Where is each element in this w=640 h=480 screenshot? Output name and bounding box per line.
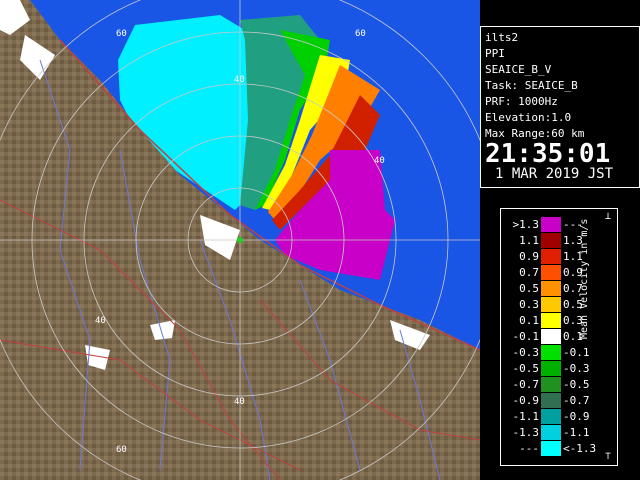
legend-row: -0.9 -0.7	[501, 393, 619, 408]
legend-row: -1.1 -0.9	[501, 409, 619, 424]
legend-upper-value: -0.7	[563, 394, 590, 407]
legend-swatch	[541, 345, 561, 360]
legend-upper-value: -0.3	[563, 362, 590, 375]
legend-arrow-down-icon: ⊤	[605, 451, 612, 462]
info-panel: ilts2 PPI SEAICE_B_V Task: SEAICE_B PRF:…	[480, 26, 640, 188]
legend-swatch	[541, 441, 561, 456]
legend-row: --- <-1.3	[501, 441, 619, 456]
range-label: 40	[234, 75, 245, 85]
legend-row: -0.5 -0.3	[501, 361, 619, 376]
site-name: ilts2	[485, 31, 519, 44]
legend-swatch	[541, 425, 561, 440]
legend-swatch	[541, 313, 561, 328]
legend-row: 0.1 0.3	[501, 313, 619, 328]
task-name: Task: SEAICE_B	[485, 79, 578, 92]
legend-swatch	[541, 217, 561, 232]
legend-lower-value: 0.5	[519, 282, 539, 295]
legend-row: -0.1 0.1	[501, 329, 619, 344]
velocity-legend: ⊥ >1.3 --- 1.1 1.3 0.9 1.1 0.7 0.9 0.5 0.7 0.3 0.5 0…	[500, 208, 618, 466]
legend-swatch	[541, 409, 561, 424]
legend-lower-value: -0.3	[512, 346, 540, 359]
range-label: 60	[116, 445, 127, 455]
legend-swatch	[541, 393, 561, 408]
legend-swatch	[541, 377, 561, 392]
legend-row: 1.1 1.3	[501, 233, 619, 248]
legend-swatch	[541, 361, 561, 376]
legend-upper-value: -0.5	[563, 378, 590, 391]
legend-lower-value: 0.1	[519, 314, 539, 327]
legend-swatch	[541, 233, 561, 248]
legend-row: 0.9 1.1	[501, 249, 619, 264]
legend-lower-value: -0.1	[512, 330, 540, 343]
legend-lower-value: >1.3	[512, 218, 540, 231]
legend-row: >1.3 ---	[501, 217, 619, 232]
range-label: 60	[355, 29, 366, 39]
legend-swatch	[541, 281, 561, 296]
legend-lower-value: -1.3	[512, 426, 540, 439]
legend-lower-value: 1.1	[519, 234, 539, 247]
legend-lower-value: -0.5	[512, 362, 540, 375]
legend-lower-value: -0.9	[512, 394, 540, 407]
legend-swatch	[541, 329, 561, 344]
legend-lower-value: 0.9	[519, 250, 539, 263]
prf-value: PRF: 1000Hz	[485, 95, 558, 108]
legend-lower-value: 0.3	[519, 298, 539, 311]
legend-row: -1.3 -1.1	[501, 425, 619, 440]
legend-lower-value: 0.7	[519, 266, 539, 279]
legend-swatch	[541, 297, 561, 312]
legend-lower-value: -1.1	[512, 410, 540, 423]
radar-map[interactable]: 40 40 40 40 60 60 60	[0, 0, 480, 480]
legend-swatch	[541, 265, 561, 280]
legend-row: 0.5 0.7	[501, 281, 619, 296]
legend-swatch	[541, 249, 561, 264]
product-type: PPI	[485, 47, 505, 60]
legend-upper-value: -1.1	[563, 426, 590, 439]
range-label: 40	[234, 397, 245, 407]
range-label: 60	[116, 29, 127, 39]
range-label: 40	[95, 316, 106, 326]
legend-upper-value: -0.9	[563, 410, 590, 423]
legend-unit-label: Mean Velocity in m/s	[579, 218, 590, 339]
legend-lower-value: ---	[519, 442, 539, 455]
clock-date: 1 MAR 2019 JST	[495, 166, 614, 182]
legend-row: -0.3 -0.1	[501, 345, 619, 360]
legend-row: 0.7 0.9	[501, 265, 619, 280]
legend-row: -0.7 -0.5	[501, 377, 619, 392]
clock-time: 21:35:01	[485, 139, 611, 169]
legend-row: 0.3 0.5	[501, 297, 619, 312]
product-name: SEAICE_B_V	[485, 63, 552, 76]
legend-upper-value: <-1.3	[563, 442, 597, 455]
elevation-value: Elevation:1.0	[485, 111, 572, 124]
legend-lower-value: -0.7	[512, 378, 540, 391]
range-label: 40	[374, 156, 385, 166]
radar-site-marker	[237, 237, 243, 243]
legend-upper-value: -0.1	[563, 346, 590, 359]
